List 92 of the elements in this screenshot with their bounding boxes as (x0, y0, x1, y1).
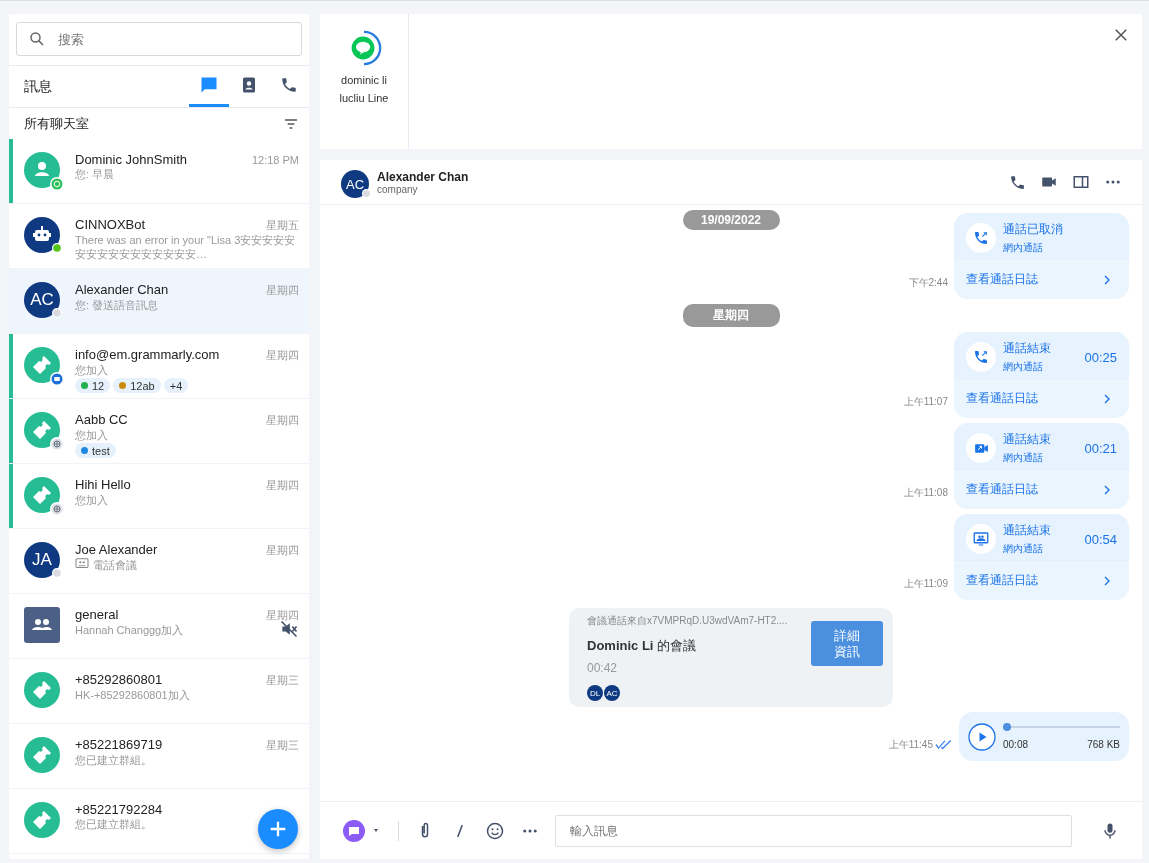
chat-preview: 您加入 (75, 363, 108, 377)
meeting-duration: 00:42 (587, 661, 619, 675)
contact-company: company (377, 183, 419, 195)
add-button[interactable] (258, 809, 298, 849)
chat-name: Dominic JohnSmith (75, 152, 187, 167)
chat-time: 星期四 (266, 608, 299, 623)
call-status: 通話結束 (1003, 522, 1052, 539)
tag-label: 12 (92, 379, 105, 392)
chat-preview: 您已建立群組。 (75, 753, 152, 767)
participant-avatar: AC (604, 685, 620, 701)
date-divider: 星期四 (682, 304, 780, 327)
chat-name: +85221792284 (75, 802, 163, 817)
close-icon[interactable] (1112, 26, 1130, 44)
view-call-log-link[interactable]: 查看通話日誌 (954, 563, 1129, 600)
chat-time: 星期四 (266, 283, 299, 298)
chat-item[interactable]: Aabb CC 星期四 您加入 test (9, 399, 309, 464)
channel-name: dominic li (341, 73, 387, 88)
chat-time: 星期四 (266, 413, 299, 428)
chat-time: 星期四 (266, 478, 299, 493)
meeting-source: 會議通話來自x7VMPRqD.U3wdVAm7-HT2.... (587, 614, 789, 628)
chat-item[interactable]: Dominic JohnSmith 12:18 PM 您: 早晨 (9, 139, 309, 204)
contact-name: Alexander Chan (377, 169, 469, 184)
message-input[interactable]: 輸入訊息 (555, 814, 1072, 847)
call-status: 通話已取消 (1003, 221, 1064, 238)
chat-time: 星期五 (266, 218, 299, 233)
message-time: 上午11:45 (888, 738, 933, 752)
avatar: JA (24, 542, 60, 578)
chat-preview: 您: 早晨 (75, 167, 115, 181)
audio-progress-thumb[interactable] (1003, 723, 1011, 731)
tag-label: 12ab (130, 379, 155, 392)
message-time: 上午11:09 (903, 577, 948, 591)
chat-preview: 您: 發送語音訊息 (75, 298, 159, 312)
tag-label: +4 (169, 379, 183, 392)
call-status: 通話結束 (1003, 431, 1052, 448)
call-type: 網內通話 (1003, 451, 1044, 465)
chat-item[interactable]: JA Joe Alexander 星期四 電話會議 (9, 529, 309, 594)
chat-preview: HK-+85292860801加入 (75, 688, 190, 702)
chat-name: general (75, 607, 119, 622)
search-field[interactable]: 搜索 (16, 22, 302, 56)
participant-avatar: DL (587, 685, 603, 701)
chat-time: 星期四 (266, 348, 299, 363)
chat-name: +85292860801 (75, 672, 163, 687)
play-icon[interactable] (968, 722, 996, 751)
call-type: 網內通話 (1003, 360, 1044, 374)
chat-time: 星期四 (266, 543, 299, 558)
chat-preview: 您加入 (75, 428, 108, 442)
audio-position: 00:08 (1003, 739, 1029, 750)
chat-time: 12:18 PM (251, 154, 299, 166)
call-duration: 00:54 (1084, 531, 1117, 547)
chat-preview: There was an error in your "Lisa 3安安安安安安安安安安安安安安安安… (75, 233, 297, 261)
avatar: AC (24, 282, 60, 318)
audio-progress-track[interactable] (1003, 723, 1120, 731)
chat-preview: 您加入 (75, 493, 108, 507)
chat-name: info@em.grammarly.com (75, 347, 220, 362)
chat-name: CINNOXBot (75, 217, 146, 232)
view-call-log-link[interactable]: 查看通話日誌 (954, 262, 1129, 299)
channel-item[interactable]: dominic li lucliu Line (320, 14, 409, 149)
chat-name: Hihi Hello (75, 477, 131, 492)
filter-label: 所有聊天室 (24, 114, 89, 133)
emoji-icon[interactable] (485, 820, 505, 841)
unread-bar (9, 139, 13, 203)
audio-size: 768 KB (1087, 739, 1120, 750)
chat-name: Aabb CC (75, 412, 128, 427)
chat-preview: 您已建立群組。 (75, 817, 152, 831)
call-status: 通話結束 (1003, 340, 1052, 357)
view-call-log-link[interactable]: 查看通話日誌 (954, 472, 1129, 509)
chat-item[interactable]: general 星期四 Hannah Changgg加入 (9, 594, 309, 659)
chat-name: Joe Alexander (75, 542, 158, 557)
chat-name: Alexander Chan (75, 282, 169, 297)
chat-item[interactable]: info@em.grammarly.com 星期四 您加入 12 12ab +4 (9, 334, 309, 399)
chat-preview: Hannah Changgg加入 (75, 623, 184, 637)
message-time: 上午11:07 (903, 395, 948, 409)
search-icon (28, 30, 46, 48)
meeting-title: Dominic Li 的會議 (587, 637, 698, 655)
avatar: AC (341, 170, 369, 198)
date-divider: 19/09/2022 (682, 210, 780, 230)
call-duration: 00:21 (1084, 440, 1117, 456)
chat-preview: 電話會議 (93, 558, 137, 572)
call-type: 網內通話 (1003, 241, 1044, 255)
chat-name: +85221869719 (75, 737, 163, 752)
call-duration: 00:25 (1084, 349, 1117, 365)
tag-label: test (92, 444, 110, 457)
channel-account: lucliu Line (339, 91, 389, 106)
view-call-log-link[interactable]: 查看通話日誌 (954, 381, 1129, 418)
side-panel-icon[interactable] (1072, 173, 1090, 191)
panel-title: 訊息 (24, 77, 53, 96)
phone-icon[interactable] (1009, 173, 1026, 191)
message-time: 上午11:08 (903, 486, 948, 500)
chat-item[interactable]: AC Alexander Chan 星期四 您: 發送語音訊息 (9, 269, 309, 334)
call-type: 網內通話 (1003, 542, 1044, 556)
chat-item[interactable]: Hihi Hello 星期四 您加入 (9, 464, 309, 529)
message-time: 下午2:44 (908, 276, 948, 290)
